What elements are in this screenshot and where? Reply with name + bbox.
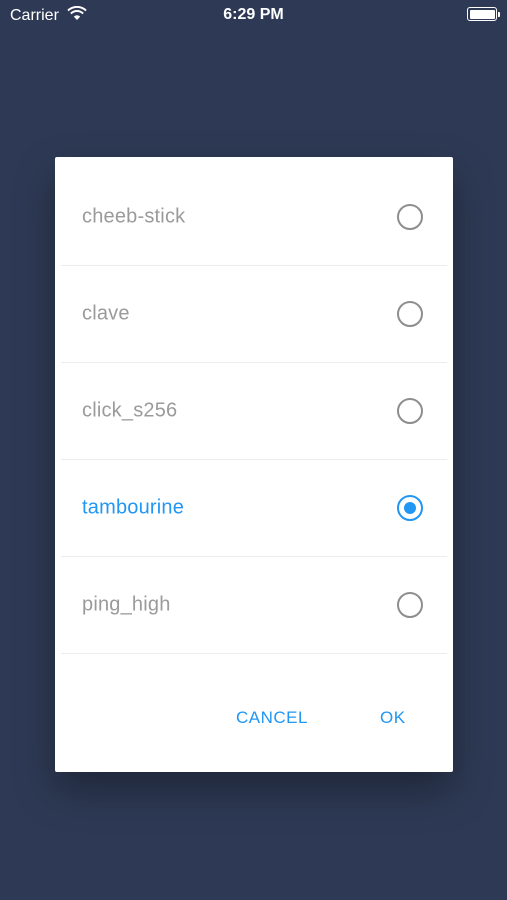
option-label: clave bbox=[82, 302, 130, 324]
divider bbox=[61, 653, 447, 654]
battery-indicator bbox=[467, 7, 500, 21]
status-bar: Carrier 6:29 PM bbox=[0, 0, 507, 30]
battery-icon bbox=[467, 7, 500, 21]
radio-button-unselected[interactable] bbox=[397, 203, 423, 230]
cancel-button[interactable]: CANCEL bbox=[236, 708, 308, 728]
status-time: 6:29 PM bbox=[223, 6, 284, 23]
option-label: cheeb-stick bbox=[82, 205, 186, 227]
option-tambourine[interactable]: tambourine bbox=[55, 459, 453, 556]
option-label: click_s256 bbox=[82, 399, 178, 421]
radio-button-unselected[interactable] bbox=[397, 397, 423, 424]
sound-picker-dialog: cheeb-stick clave click_s256 tambourine … bbox=[55, 157, 453, 772]
option-click-s256[interactable]: click_s256 bbox=[55, 362, 453, 459]
ok-button[interactable]: OK bbox=[380, 708, 406, 728]
option-ping-high[interactable]: ping_high bbox=[55, 556, 453, 653]
option-label: tambourine bbox=[82, 496, 185, 518]
option-label: ping_high bbox=[82, 593, 171, 615]
radio-button-selected[interactable] bbox=[397, 494, 423, 521]
option-clave[interactable]: clave bbox=[55, 265, 453, 362]
option-cheeb-stick[interactable]: cheeb-stick bbox=[55, 168, 453, 265]
radio-button-unselected[interactable] bbox=[397, 300, 423, 327]
radio-button-unselected[interactable] bbox=[397, 591, 423, 618]
radio-dot-icon bbox=[404, 501, 416, 514]
